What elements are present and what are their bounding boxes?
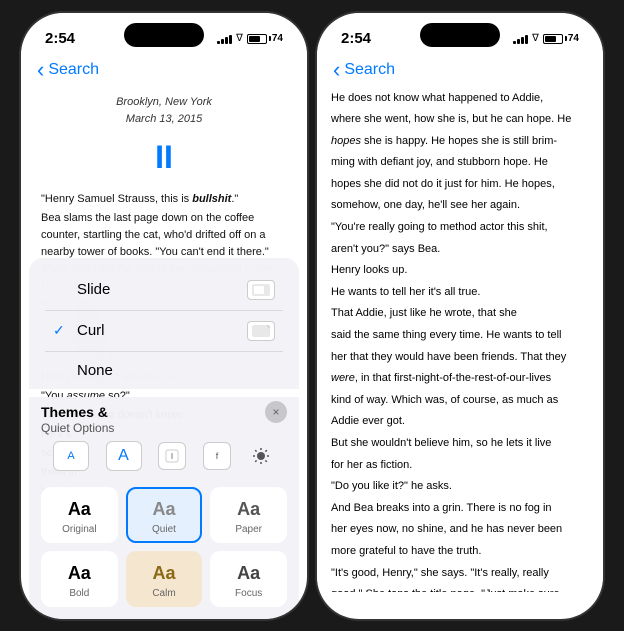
overlay-panel: Slide ✓ Curl	[21, 258, 307, 619]
book-line: her eyes now, no shine, and he has never…	[331, 521, 589, 539]
svg-text:I: I	[171, 452, 173, 461]
svg-text:f: f	[215, 451, 218, 461]
themes-title: Themes &	[41, 404, 108, 420]
theme-paper-label: Paper	[235, 524, 262, 535]
theme-calm-aa: Aa	[152, 563, 175, 584]
battery-icon: 74	[247, 33, 283, 44]
signal-icon-right	[513, 34, 528, 44]
close-button[interactable]: ×	[265, 401, 287, 423]
book-line: ming with defiant joy, and stubborn hope…	[331, 154, 589, 172]
book-line: said the same thing every time. He wants…	[331, 327, 589, 345]
book-line: "It's good, Henry," she says. "It's real…	[331, 565, 589, 583]
theme-quiet-label: Quiet	[152, 524, 176, 535]
brightness-icon[interactable]	[247, 442, 275, 470]
slide-options: Slide ✓ Curl	[45, 270, 283, 389]
font-type-icon[interactable]: f	[203, 442, 231, 470]
themes-subtitle: Quiet Options	[41, 421, 287, 435]
themes-grid: Aa Original Aa Quiet Aa Paper Aa Bold	[29, 481, 299, 619]
dynamic-island-right	[420, 23, 500, 47]
theme-bold-aa: Aa	[68, 563, 91, 584]
book-line: Addie ever got.	[331, 413, 589, 431]
book-line: her that they would have been friends. T…	[331, 349, 589, 367]
curl-label: Curl	[77, 322, 105, 339]
slide-option-slide[interactable]: Slide	[45, 270, 283, 311]
book-line: But she wouldn't believe him, so he lets…	[331, 435, 589, 453]
book-line: "Do you like it?" he asks.	[331, 478, 589, 496]
book-line: He wants to tell her it's all true.	[331, 284, 589, 302]
checkmark-curl: ✓	[53, 322, 69, 339]
book-header: Brooklyn, New YorkMarch 13, 2015 II	[41, 94, 287, 181]
font-large-button[interactable]: A	[106, 441, 142, 471]
book-line: where she went, how she is, but he can h…	[331, 111, 589, 129]
status-icons-left: ∇ 74	[217, 33, 283, 44]
theme-bold-label: Bold	[69, 588, 89, 599]
right-phone: 2:54 ∇ 74	[315, 11, 605, 621]
theme-paper-aa: Aa	[237, 499, 260, 520]
theme-focus-label: Focus	[235, 588, 262, 599]
book-content-right: He does not know what happened to Addie,…	[317, 86, 603, 592]
wifi-icon: ∇	[236, 33, 243, 44]
font-controls-row: A A I f	[41, 435, 287, 477]
time-left: 2:54	[45, 30, 75, 47]
dynamic-island	[124, 23, 204, 47]
theme-focus-aa: Aa	[237, 563, 260, 584]
book-line: Henry looks up.	[331, 262, 589, 280]
theme-quiet[interactable]: Aa Quiet	[126, 487, 203, 543]
chapter-number: II	[41, 133, 287, 181]
font-style-icon[interactable]: I	[158, 442, 186, 470]
themes-header-section: Themes & × Quiet Options A A I f	[29, 397, 299, 481]
theme-original-aa: Aa	[68, 499, 91, 520]
book-line: for her as fiction.	[331, 457, 589, 475]
theme-quiet-aa: Aa	[152, 499, 175, 520]
book-line: good." She taps the title page. "Just ma…	[331, 586, 589, 591]
nav-bar-right: Search	[317, 57, 603, 86]
slide-label: Slide	[77, 281, 110, 298]
signal-icon	[217, 34, 232, 44]
book-line: somehow, one day, he'll see her again.	[331, 197, 589, 215]
book-line: more grateful to have the truth.	[331, 543, 589, 561]
theme-paper[interactable]: Aa Paper	[210, 487, 287, 543]
nav-bar-left: Search	[21, 57, 307, 86]
font-small-button[interactable]: A	[53, 441, 89, 471]
theme-calm[interactable]: Aa Calm	[126, 551, 203, 607]
theme-bold[interactable]: Aa Bold	[41, 551, 118, 607]
book-line: were, in that first-night-of-the-rest-of…	[331, 370, 589, 388]
theme-calm-label: Calm	[152, 588, 175, 599]
back-button-right[interactable]: Search	[333, 59, 587, 82]
chevron-left-icon-right	[333, 59, 340, 82]
battery-icon-right: 74	[543, 33, 579, 44]
back-label-right: Search	[344, 61, 395, 79]
book-line: hopes she did not do it just for him. He…	[331, 176, 589, 194]
book-line: aren't you?" says Bea.	[331, 241, 589, 259]
curl-icon	[247, 321, 275, 341]
book-line: And Bea breaks into a grin. There is no …	[331, 500, 589, 518]
back-button-left[interactable]: Search	[37, 59, 291, 82]
back-label-left: Search	[48, 61, 99, 79]
theme-focus[interactable]: Aa Focus	[210, 551, 287, 607]
book-line: kind of way. Which was, of course, as mu…	[331, 392, 589, 410]
slide-option-curl[interactable]: ✓ Curl	[45, 311, 283, 352]
phones-container: 2:54 ∇ 74	[9, 1, 615, 631]
book-line: "You're really going to method actor thi…	[331, 219, 589, 237]
book-line: That Addie, just like he wrote, that she	[331, 305, 589, 323]
theme-original[interactable]: Aa Original	[41, 487, 118, 543]
chevron-left-icon	[37, 59, 44, 82]
slide-menu: Slide ✓ Curl	[29, 258, 299, 389]
none-label: None	[77, 362, 113, 379]
status-icons-right: ∇ 74	[513, 33, 579, 44]
wifi-icon-right: ∇	[532, 33, 539, 44]
slide-option-none[interactable]: None	[45, 352, 283, 389]
book-location: Brooklyn, New YorkMarch 13, 2015	[41, 94, 287, 129]
theme-original-label: Original	[62, 524, 96, 535]
book-line: hopes she is happy. He hopes she is stil…	[331, 133, 589, 151]
time-right: 2:54	[341, 30, 371, 47]
book-line: He does not know what happened to Addie,	[331, 90, 589, 108]
themes-header-row: Themes & ×	[41, 401, 287, 423]
left-phone: 2:54 ∇ 74	[19, 11, 309, 621]
slide-icon	[247, 280, 275, 300]
